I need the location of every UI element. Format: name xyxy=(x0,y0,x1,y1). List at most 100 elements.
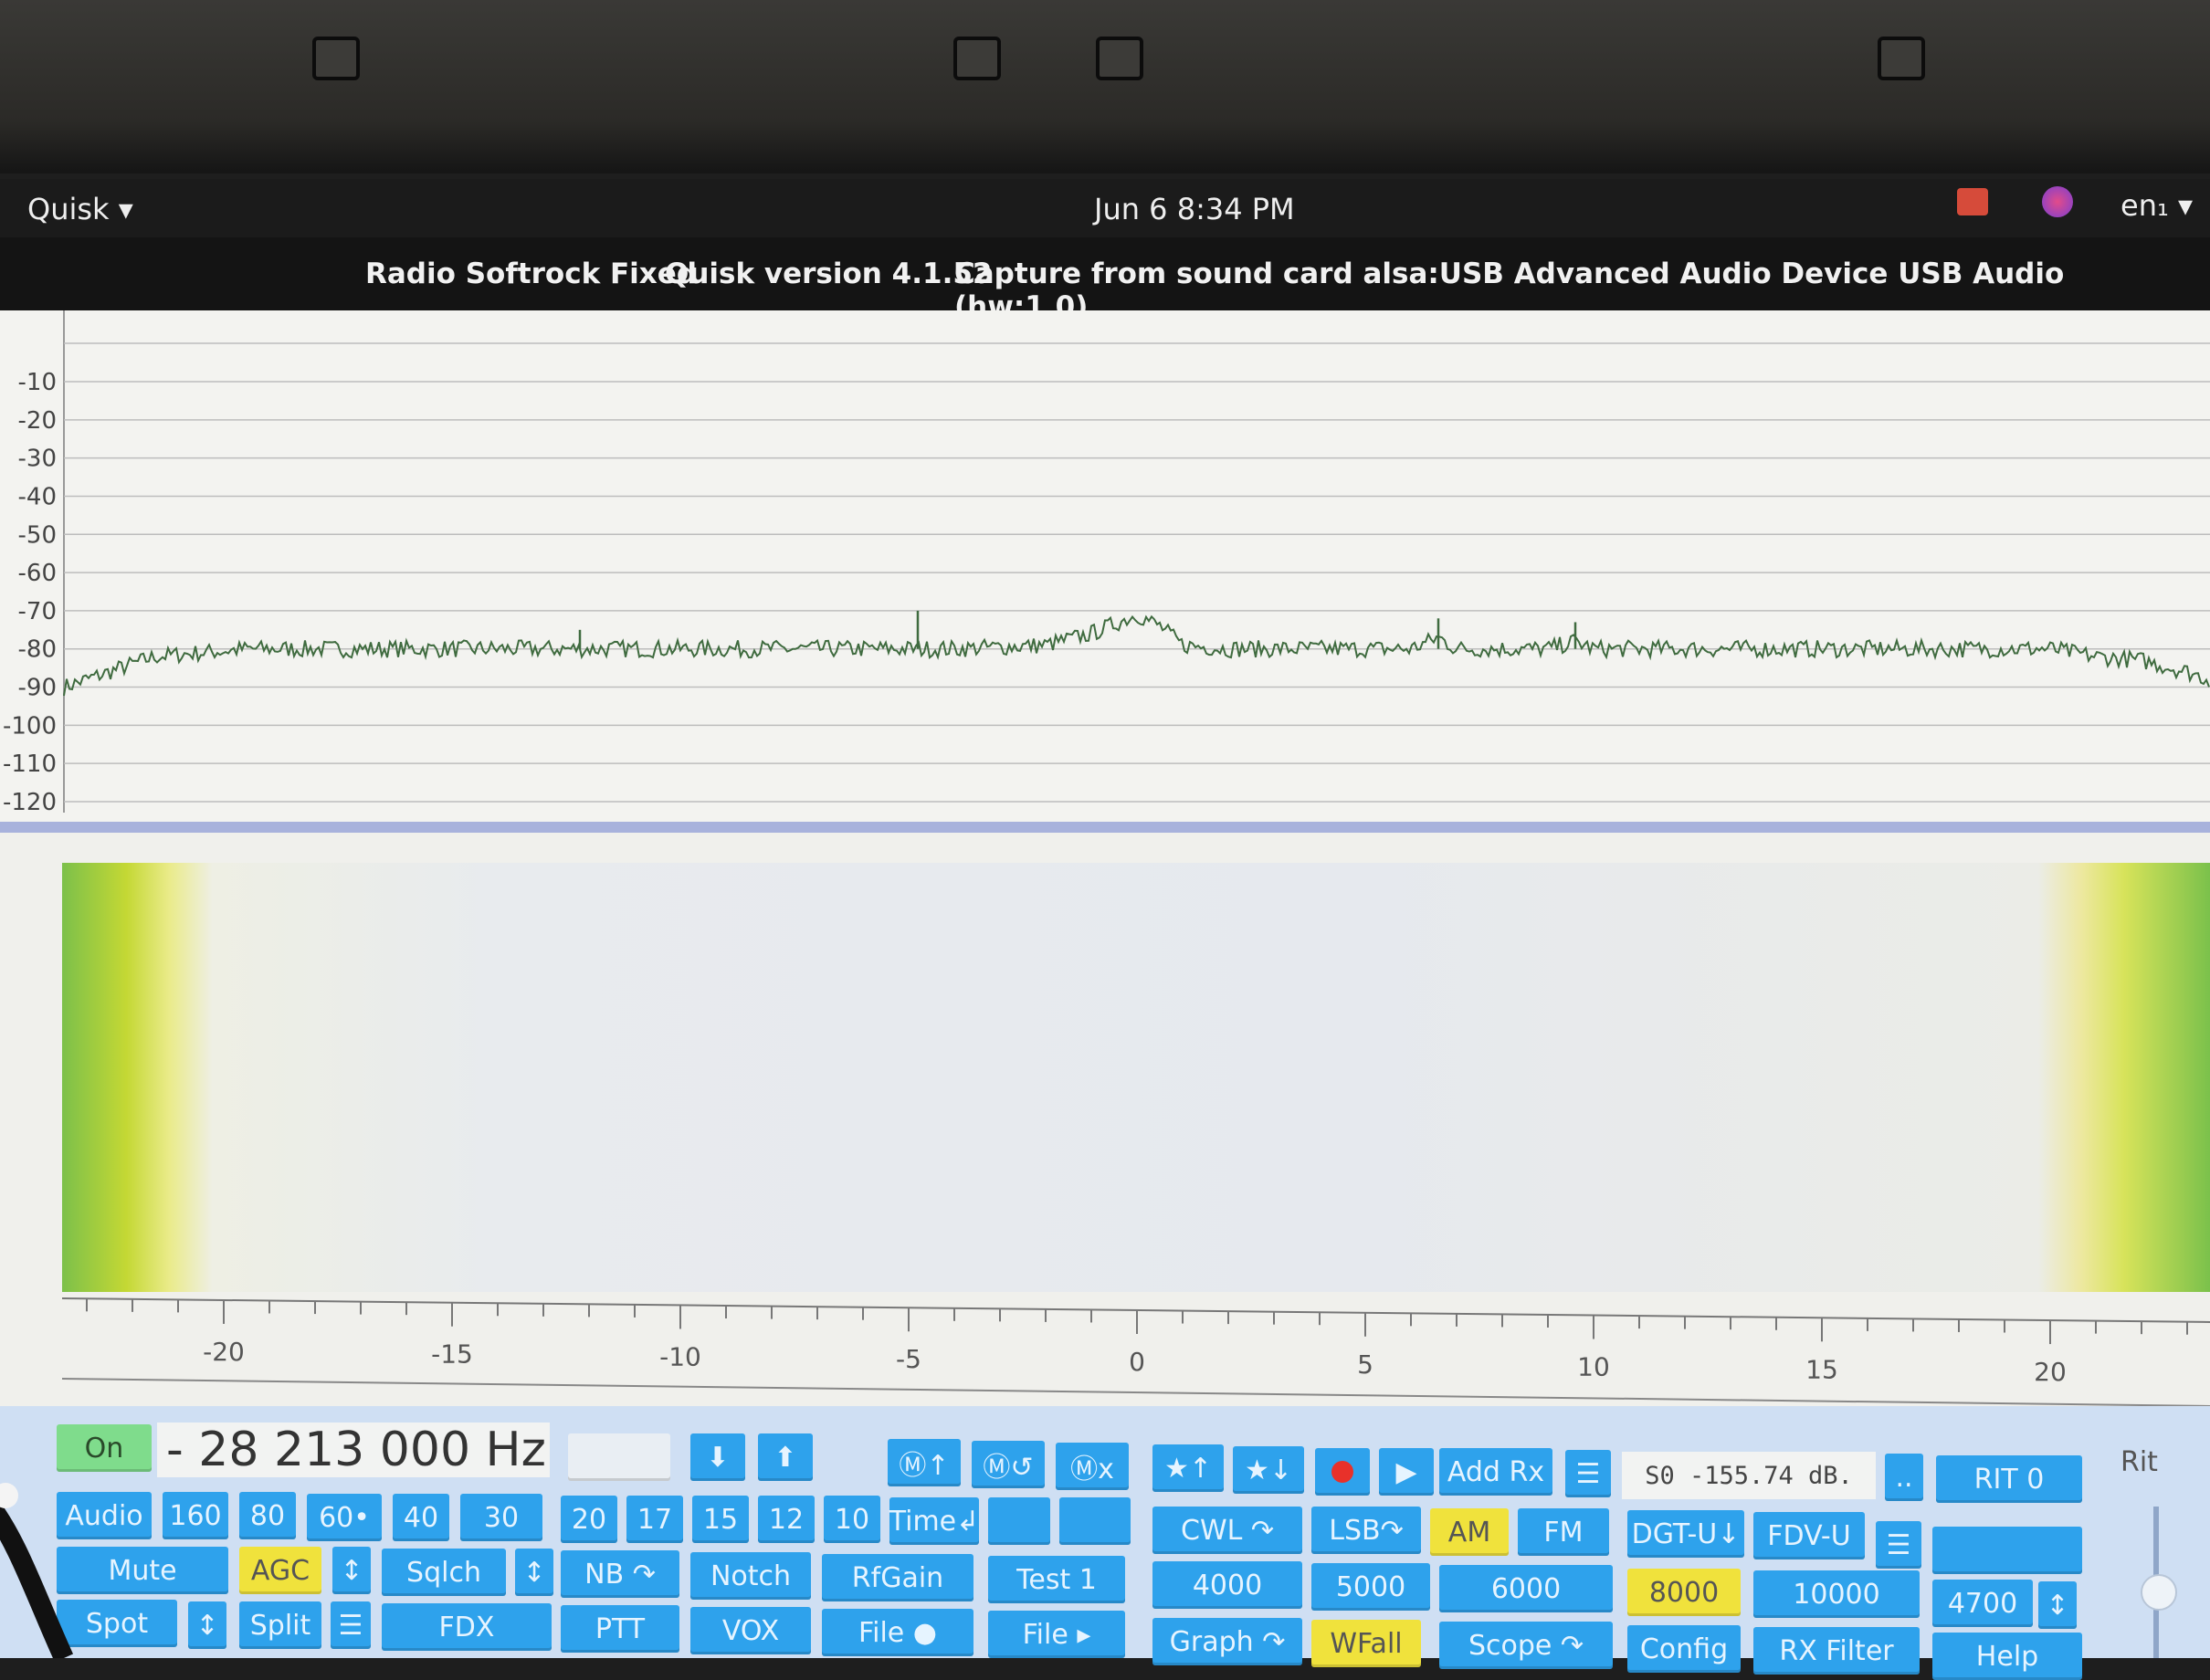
system-top-bar: Quisk ▾ Jun 6 8:34 PM en₁ ▾ xyxy=(0,179,2210,237)
x-tick-label: -10 xyxy=(659,1341,701,1371)
mode-cwl-button[interactable]: CWL ↷ xyxy=(1152,1507,1302,1554)
vox-button[interactable]: VOX xyxy=(690,1607,811,1654)
band-40-button[interactable]: 40 xyxy=(393,1494,449,1541)
list-icon[interactable]: ☰ xyxy=(1565,1450,1611,1497)
split-list-icon[interactable]: ☰ xyxy=(331,1601,371,1649)
axis-baseline xyxy=(61,1378,2210,1407)
x-tick-label: 0 xyxy=(1129,1347,1145,1377)
ptt-button[interactable]: PTT xyxy=(561,1605,679,1653)
waterfall-button[interactable]: WFall xyxy=(1311,1620,1421,1667)
bezel-bracket xyxy=(312,37,360,80)
y-tick-label: -110 xyxy=(3,751,57,778)
agc-slider-icon[interactable]: ↕ xyxy=(332,1547,371,1594)
step-up-button[interactable]: ⬆ xyxy=(758,1433,813,1481)
graph-button[interactable]: Graph ↷ xyxy=(1152,1618,1302,1665)
clock[interactable]: Jun 6 8:34 PM xyxy=(1094,192,1295,226)
y-tick-label: -90 xyxy=(18,675,57,702)
y-tick-label: -100 xyxy=(3,712,57,740)
language-menu[interactable]: en₁ ▾ xyxy=(2121,188,2193,223)
filter-slider-icon[interactable]: ↕ xyxy=(2038,1581,2077,1629)
band-12-button[interactable]: 12 xyxy=(758,1496,815,1543)
rfgain-button[interactable]: RfGain xyxy=(822,1554,973,1601)
config-button[interactable]: Config xyxy=(1627,1625,1741,1673)
mode-fdvu-button[interactable]: FDV-U xyxy=(1753,1512,1865,1559)
app-menu[interactable]: Quisk ▾ xyxy=(27,192,133,226)
s-meter-readout: S0 -155.74 dB. xyxy=(1622,1452,1876,1499)
y-tick-label: -10 xyxy=(18,369,57,396)
play-button[interactable]: ▶ xyxy=(1379,1448,1434,1496)
x-tick-label: 5 xyxy=(1357,1349,1373,1380)
y-tick-label: -40 xyxy=(18,483,57,510)
filter-6000-button[interactable]: 6000 xyxy=(1439,1565,1613,1612)
filter-4700-button[interactable]: 4700 xyxy=(1932,1580,2033,1627)
waterfall-display[interactable] xyxy=(62,863,2210,1292)
memory-delete-button[interactable]: Ⓜx xyxy=(1056,1443,1129,1490)
notch-button[interactable]: Notch xyxy=(690,1552,811,1600)
band-160-button[interactable]: 160 xyxy=(163,1492,228,1539)
spectrum-svg: -10 -20 -30 -40 -50 -60 -70 -80 -90 -100 -110 -120 xyxy=(3,310,2210,816)
fdx-button[interactable]: FDX xyxy=(382,1603,552,1651)
blank-button[interactable] xyxy=(1059,1497,1131,1545)
squelch-button[interactable]: Sqlch xyxy=(382,1549,506,1596)
panel-separator[interactable] xyxy=(0,822,2210,833)
noise-blanker-button[interactable]: NB ↷ xyxy=(561,1550,679,1598)
frequency-display[interactable]: - 28 213 000 Hz xyxy=(157,1423,550,1477)
band-80-button[interactable]: 80 xyxy=(239,1492,296,1539)
y-tick-label: -70 xyxy=(18,598,57,625)
record-button[interactable] xyxy=(1315,1448,1370,1496)
blank-button[interactable] xyxy=(988,1497,1050,1545)
spot-slider-icon[interactable]: ↕ xyxy=(188,1601,226,1649)
band-10-button[interactable]: 10 xyxy=(824,1496,880,1543)
rit-slider-knob[interactable] xyxy=(2141,1574,2177,1611)
test1-button[interactable]: Test 1 xyxy=(988,1556,1125,1603)
bezel-bracket xyxy=(953,37,1001,80)
filter-10000-button[interactable]: 10000 xyxy=(1753,1570,1920,1618)
mode-list-icon[interactable]: ☰ xyxy=(1876,1521,1921,1569)
memory-recall-button[interactable]: Ⓜ↺ xyxy=(972,1441,1045,1488)
band-30-button[interactable]: 30 xyxy=(460,1494,542,1541)
band-15-button[interactable]: 15 xyxy=(692,1496,749,1543)
rit-label: Rit xyxy=(2121,1446,2158,1478)
user-indicator-icon[interactable] xyxy=(2042,186,2073,217)
file-record-button[interactable]: File ● xyxy=(822,1609,973,1656)
step-down-button[interactable]: ⬇ xyxy=(690,1433,745,1481)
memory-store-button[interactable]: Ⓜ↑ xyxy=(888,1439,961,1486)
x-tick-label: 10 xyxy=(1577,1352,1610,1382)
band-60-button[interactable]: 60• xyxy=(307,1494,382,1541)
spectrum-trace xyxy=(63,614,2210,697)
add-rx-button[interactable]: Add Rx xyxy=(1439,1448,1552,1496)
blank-button[interactable] xyxy=(1932,1527,2082,1574)
y-tick-label: -50 xyxy=(18,521,57,549)
x-tick-label: -20 xyxy=(203,1337,245,1367)
indicator-icon[interactable] xyxy=(1957,188,1988,215)
window-title-bar: Radio Softrock Fixed Quisk version 4.1.5… xyxy=(0,237,2210,323)
file-play-button[interactable]: File ▸ xyxy=(988,1611,1125,1658)
favorite-down-button[interactable]: ★↓ xyxy=(1233,1446,1304,1494)
mode-fm-button[interactable]: FM xyxy=(1518,1508,1609,1556)
time-button[interactable]: Time↲ xyxy=(889,1497,979,1545)
mode-lsb-button[interactable]: LSB↷ xyxy=(1311,1507,1421,1554)
frequency-entry[interactable] xyxy=(568,1433,670,1481)
rx-filter-button[interactable]: RX Filter xyxy=(1753,1627,1920,1675)
rit-button[interactable]: RIT 0 xyxy=(1936,1455,2082,1503)
more-button[interactable]: .. xyxy=(1885,1454,1923,1501)
filter-8000-button[interactable]: 8000 xyxy=(1627,1569,1741,1616)
mode-dgtu-button[interactable]: DGT-U↓ xyxy=(1627,1510,1744,1558)
mode-am-button[interactable]: AM xyxy=(1430,1508,1509,1556)
help-button[interactable]: Help xyxy=(1932,1633,2082,1680)
filter-5000-button[interactable]: 5000 xyxy=(1311,1563,1430,1611)
y-tick-label: -120 xyxy=(3,789,57,816)
filter-4000-button[interactable]: 4000 xyxy=(1152,1561,1302,1609)
spectrum-graph[interactable]: -10 -20 -30 -40 -50 -60 -70 -80 -90 -100 -110 -120 xyxy=(0,310,2210,822)
band-17-button[interactable]: 17 xyxy=(626,1496,683,1543)
squelch-slider-icon[interactable]: ↕ xyxy=(515,1549,553,1596)
band-20-button[interactable]: 20 xyxy=(561,1496,617,1543)
title-version: Quisk version 4.1.52 xyxy=(665,257,993,290)
monitor-bezel xyxy=(0,0,2210,173)
agc-button[interactable]: AGC xyxy=(239,1547,321,1594)
frequency-axis: -20 -15 -10 -5 0 5 10 15 20 xyxy=(0,1287,2210,1415)
split-button[interactable]: Split xyxy=(239,1601,321,1649)
cable xyxy=(0,1483,74,1658)
scope-button[interactable]: Scope ↷ xyxy=(1439,1622,1613,1669)
favorite-up-button[interactable]: ★↑ xyxy=(1152,1444,1224,1492)
